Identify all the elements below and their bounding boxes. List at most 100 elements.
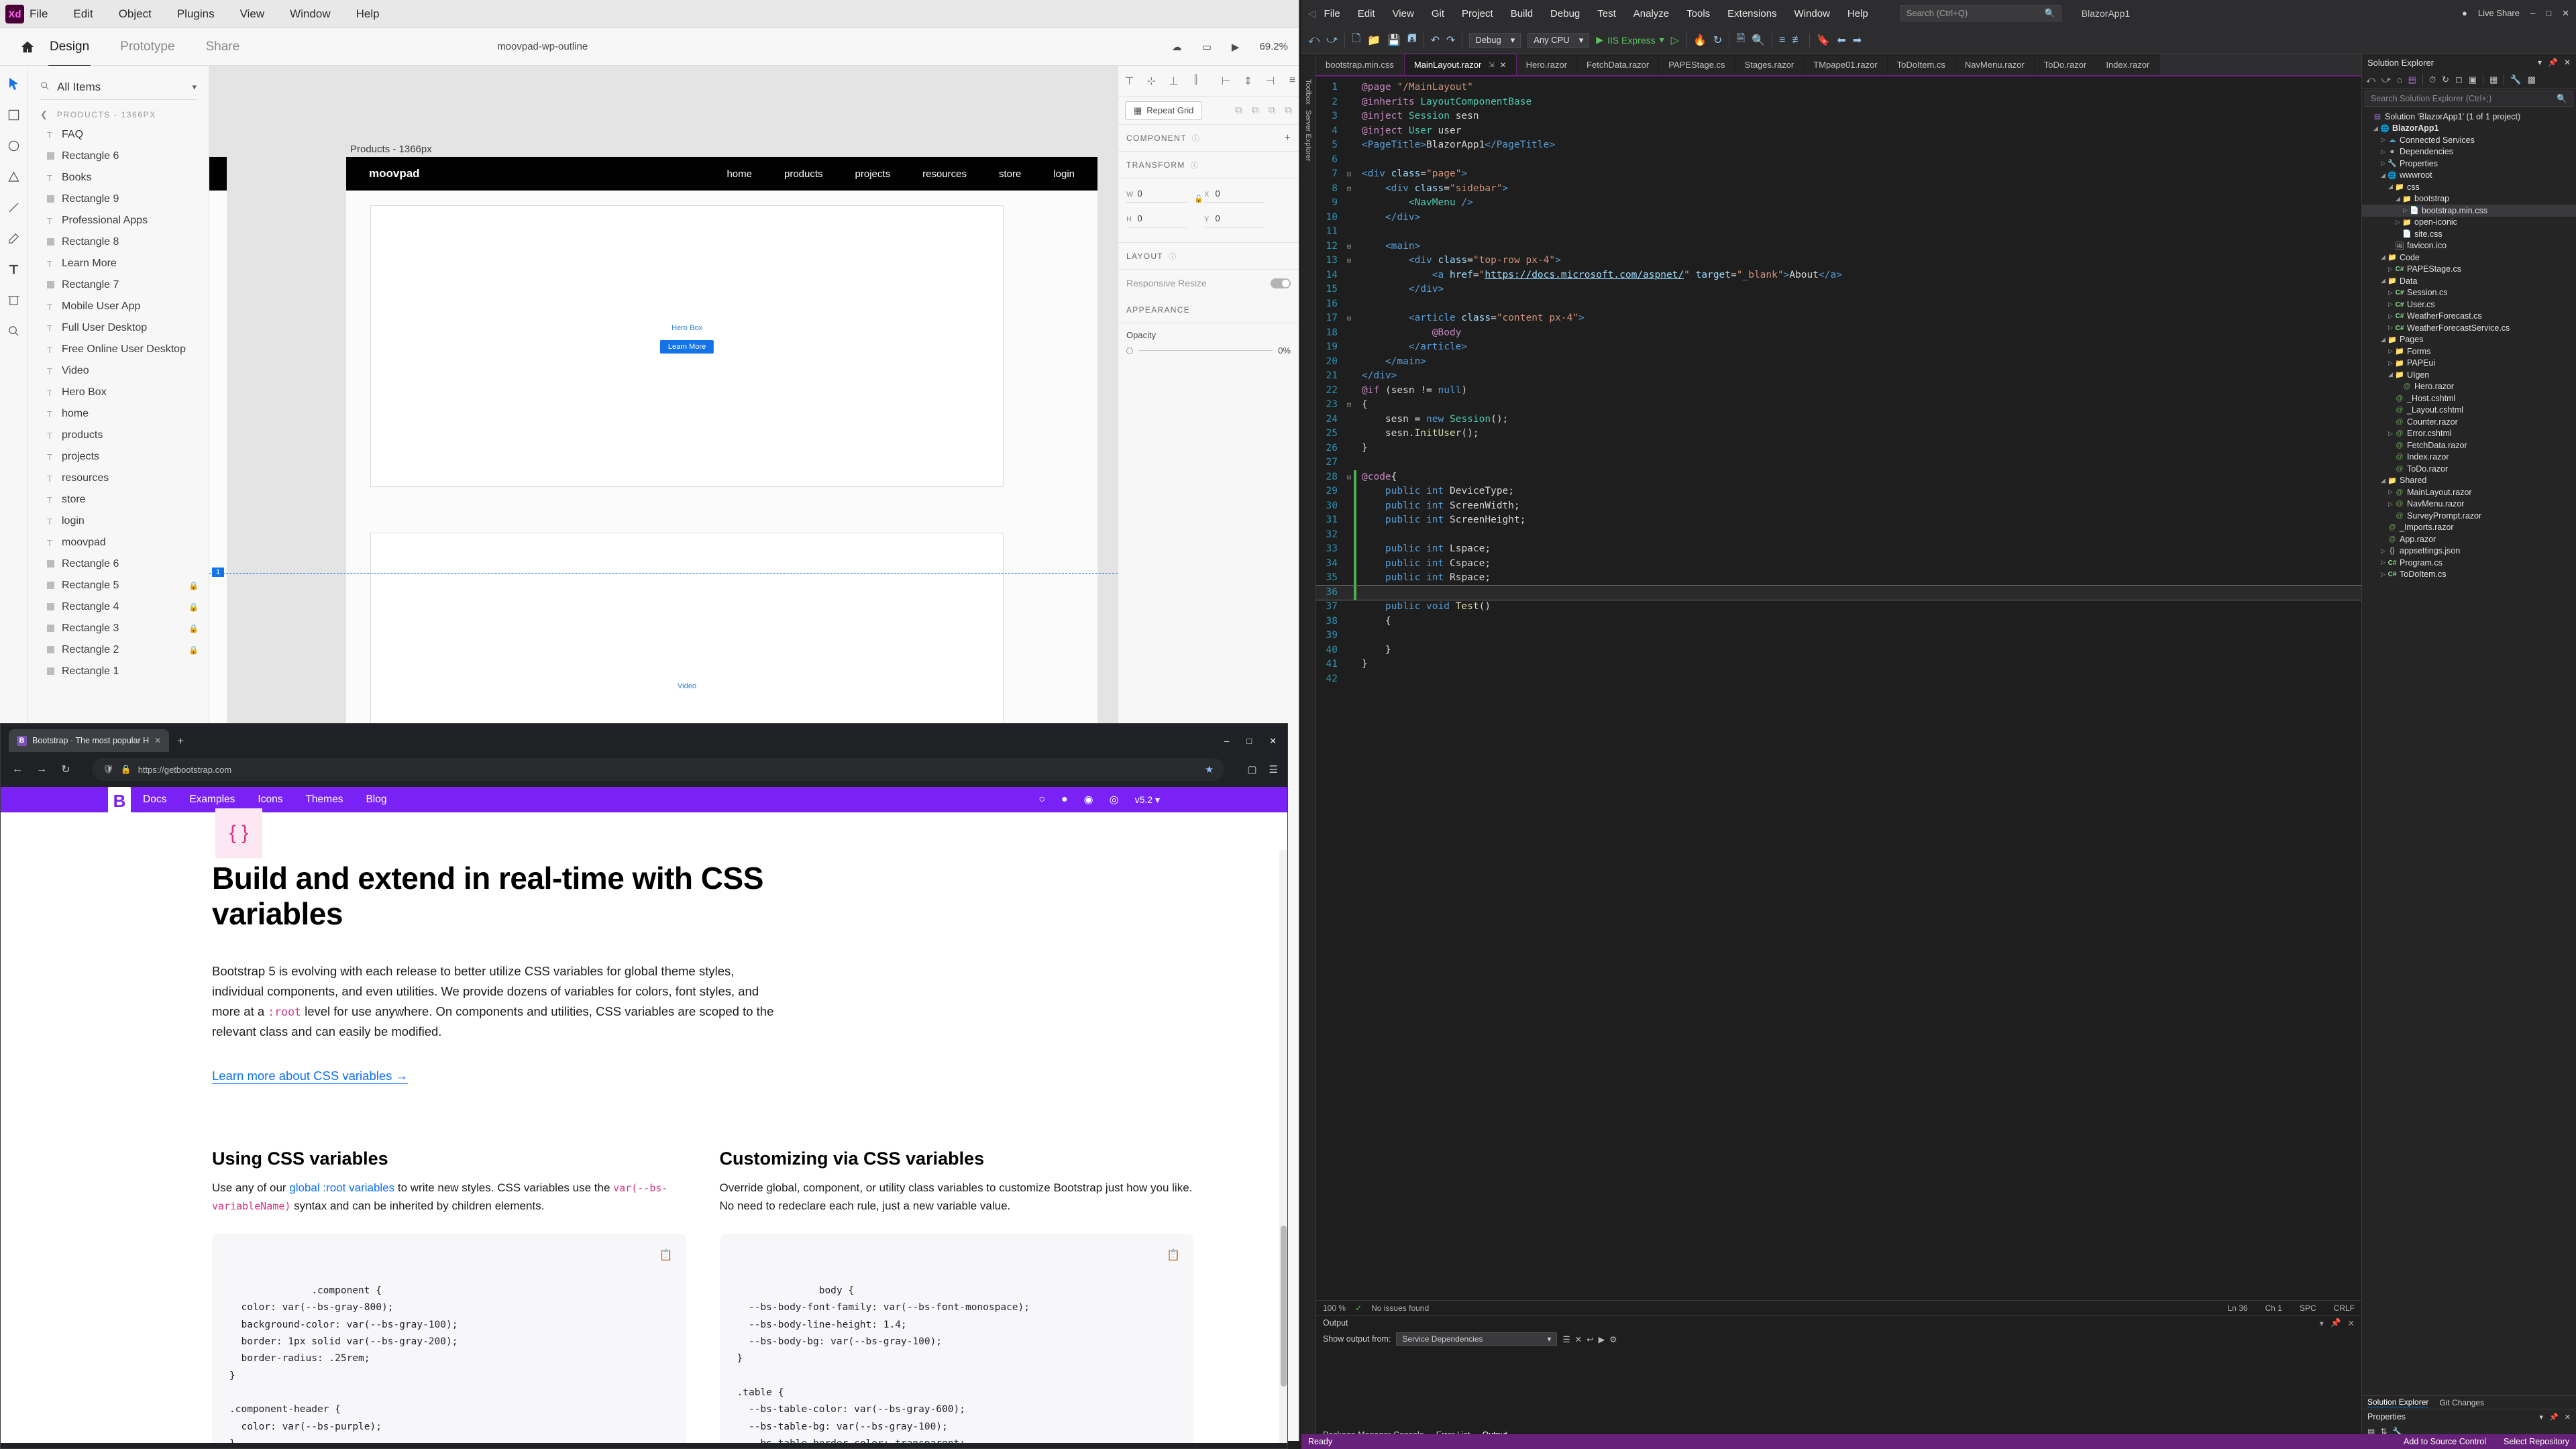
solution-tree-node[interactable]: ▷ C# Program.cs [2362, 557, 2576, 569]
code-line[interactable]: 2 @inherits LayoutComponentBase [1316, 95, 2361, 110]
build-configuration-select[interactable]: Debug ▾ [1469, 32, 1521, 48]
fold-marker-icon[interactable] [1344, 499, 1354, 514]
layer-row[interactable]: T FAQ [28, 124, 209, 146]
tree-expander-icon[interactable]: ◢ [2379, 277, 2387, 284]
code-line[interactable]: 19 </article> [1316, 340, 2361, 355]
tree-expander-icon[interactable]: ▷ [2387, 430, 2394, 437]
layer-row[interactable]: Tprojects [28, 446, 209, 468]
se-dropdown-icon[interactable]: ▾ [2538, 58, 2542, 67]
vs-menu-help[interactable]: Help [1847, 8, 1868, 19]
code-line[interactable]: 10 </div> [1316, 211, 2361, 225]
reload-icon[interactable]: ↻ [58, 763, 73, 776]
fold-marker-icon[interactable] [1344, 413, 1354, 427]
boolean-intersect-icon[interactable]: ⧉ [1269, 105, 1276, 116]
tree-expander-icon[interactable]: ◢ [2379, 336, 2387, 343]
new-tab-button[interactable]: + [177, 735, 184, 752]
se-close-icon[interactable]: ✕ [2564, 58, 2571, 67]
se-refresh-icon[interactable]: ↻ [2442, 74, 2449, 85]
code-line[interactable]: 17 ⊟ <article class="content px-4"> [1316, 311, 2361, 326]
open-file-icon[interactable]: 📁 [1367, 34, 1381, 47]
code-line[interactable]: 24 sesn = new Session(); [1316, 413, 2361, 427]
x-field[interactable]: X 0 [1204, 188, 1265, 203]
xd-menu-window[interactable]: Window [290, 7, 330, 21]
vs-document-tab[interactable]: Stages.razor [1735, 54, 1805, 75]
fold-marker-icon[interactable] [1344, 297, 1354, 312]
vs-document-tab[interactable]: TMpape01.razor [1804, 54, 1888, 75]
fold-marker-icon[interactable] [1344, 326, 1354, 341]
fold-marker-icon[interactable] [1344, 153, 1354, 168]
tree-expander-icon[interactable]: ◢ [2387, 183, 2394, 191]
solution-tree-node[interactable]: ▷ ☁ Connected Services [2362, 134, 2576, 146]
fold-marker-icon[interactable] [1344, 211, 1354, 225]
se-pending-changes-icon[interactable]: ⏱ [2429, 74, 2436, 85]
distribute-v-icon[interactable]: ⇕ [1237, 74, 1259, 88]
layer-row[interactable]: Tlogin [28, 511, 209, 532]
opencollective-icon[interactable]: ◎ [1110, 793, 1119, 806]
close-button[interactable]: ✕ [2562, 8, 2569, 19]
select-tool-icon[interactable] [5, 75, 23, 93]
vs-document-tab[interactable]: bootstrap.min.css [1316, 54, 1404, 75]
solution-tree-node[interactable]: @ Hero.razor [2362, 381, 2576, 393]
tree-expander-icon[interactable]: ▷ [2379, 571, 2387, 578]
close-tab-icon[interactable]: ✕ [154, 736, 161, 745]
comment-icon[interactable]: ≡ [1779, 34, 1785, 46]
solution-tree-node[interactable]: ◢ 🌐 wwwroot [2362, 170, 2576, 182]
code-line[interactable]: 23 ⊟ { [1316, 398, 2361, 413]
layer-row[interactable]: Rectangle 6 [28, 553, 209, 575]
copy-icon[interactable]: 📋 [659, 1246, 673, 1265]
tree-expander-icon[interactable]: ◢ [2387, 371, 2394, 378]
align-top-icon[interactable]: ⊤ [1118, 74, 1140, 88]
layer-row[interactable]: Rectangle 4 🔒 [28, 596, 209, 618]
col2-code-block[interactable]: 📋 body { --bs-body-font-family: var(--bs… [719, 1234, 1193, 1448]
code-line[interactable]: 31 public int ScreenHeight; [1316, 513, 2361, 528]
fold-marker-icon[interactable] [1344, 528, 1354, 543]
toolbox-tab[interactable]: Toolbox [1304, 79, 1312, 105]
solution-tree-node[interactable]: ▷ C# PAPEStage.cs [2362, 264, 2576, 276]
solution-tree-node[interactable]: @ Index.razor [2362, 451, 2576, 464]
bookmark-icon[interactable]: 🔖 [1817, 34, 1830, 47]
fold-marker-icon[interactable] [1344, 384, 1354, 398]
code-line[interactable]: 9 <NavMenu /> [1316, 196, 2361, 211]
vs-menu-debug[interactable]: Debug [1550, 8, 1580, 19]
build-platform-select[interactable]: Any CPU ▾ [1527, 32, 1590, 48]
code-line[interactable]: 5 <PageTitle>BlazorApp1</PageTitle> [1316, 138, 2361, 153]
solution-explorer-search[interactable]: Search Solution Explorer (Ctrl+;) 🔍 [2365, 91, 2573, 107]
layer-row[interactable]: Rectangle 1 [28, 661, 209, 682]
vs-document-tab[interactable]: PAPEStage.cs [1659, 54, 1735, 75]
solution-tree-node[interactable]: @ _Layout.cshtml [2362, 405, 2576, 417]
tree-expander-icon[interactable]: ▷ [2387, 500, 2394, 508]
hero-learn-more-button[interactable]: Learn More [659, 340, 714, 354]
code-line[interactable]: 39 [1316, 629, 2361, 643]
home-icon[interactable] [7, 40, 48, 54]
xd-menu-help[interactable]: Help [356, 7, 380, 21]
fold-marker-icon[interactable] [1344, 484, 1354, 499]
next-bookmark-icon[interactable]: ➡ [1853, 34, 1862, 47]
se-pin-icon[interactable]: 📌 [2548, 58, 2558, 67]
tree-expander-icon[interactable]: ▷ [2387, 347, 2394, 355]
se-show-all-files-icon[interactable]: ▣ [2469, 74, 2477, 85]
code-line[interactable]: 25 sesn.InitUser(); [1316, 427, 2361, 441]
opacity-value[interactable]: 0% [1278, 345, 1291, 356]
layers-search[interactable]: All Items ▾ [40, 80, 197, 100]
bs-nav-icons[interactable]: Icons [258, 794, 282, 806]
vs-menu-analyze[interactable]: Analyze [1633, 8, 1669, 19]
fold-marker-icon[interactable] [1344, 614, 1354, 629]
solution-tree-node[interactable]: ▷ @ Error.cshtml [2362, 428, 2576, 440]
output-source-select[interactable]: Service Dependencies ▾ [1396, 1332, 1558, 1346]
info-icon[interactable]: ⓘ [1192, 133, 1199, 144]
global-root-variables-link[interactable]: global :root variables [289, 1181, 394, 1194]
back-arrow-icon[interactable]: ◁ [1308, 7, 1316, 19]
tree-expander-icon[interactable]: ▷ [2387, 301, 2394, 308]
solution-tree-node[interactable]: ▷ C# ToDoItem.cs [2362, 569, 2576, 581]
minimize-button[interactable]: – [2530, 8, 2535, 19]
fold-marker-icon[interactable]: ⊟ [1344, 470, 1354, 485]
fold-marker-icon[interactable]: ⊟ [1344, 167, 1354, 182]
vs-document-tab[interactable]: ToDo.razor [2034, 54, 2097, 75]
code-line[interactable]: 38 { [1316, 614, 2361, 629]
rectangle-tool-icon[interactable] [5, 106, 23, 123]
navigate-forward-icon[interactable]: ⤻ [1326, 34, 1338, 46]
props-pin-icon[interactable]: 📌 [2549, 1413, 2559, 1421]
vs-menu-view[interactable]: View [1393, 8, 1414, 19]
zoom-tool-icon[interactable] [5, 322, 23, 339]
output-wordwrap-icon[interactable]: ↩ [1587, 1334, 1593, 1344]
